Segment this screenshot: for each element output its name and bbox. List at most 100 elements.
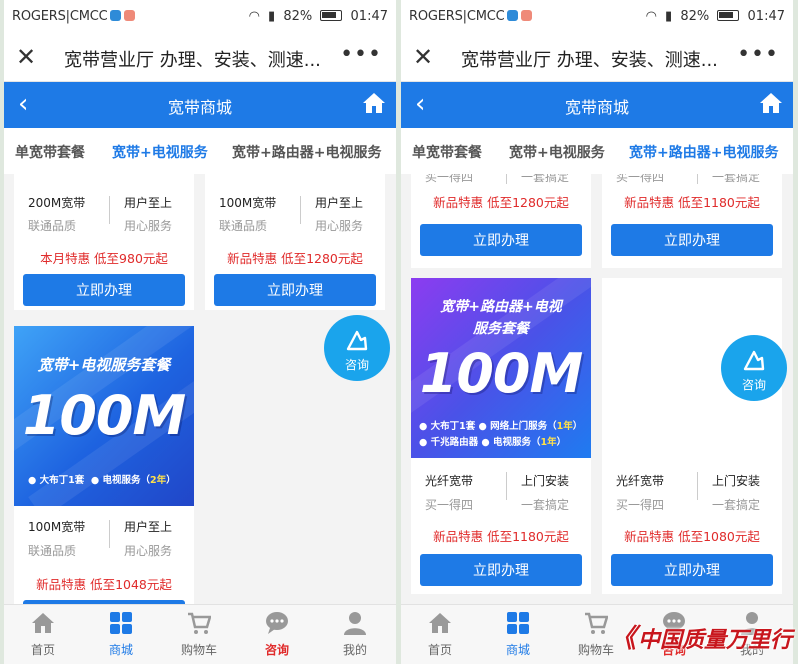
product-subtitle: 联通品质 bbox=[28, 219, 77, 233]
watermark-mark-icon: 《 bbox=[609, 624, 636, 654]
banner-title: 宽带+路由器+电视 bbox=[440, 299, 562, 315]
nav-home[interactable]: 首页 bbox=[4, 605, 82, 664]
apply-button[interactable]: 立即办理 bbox=[23, 274, 185, 306]
product-card[interactable]: 宽带+电视服务套餐 100M ● 大布丁1套 ● 电视服务（2年） 100M 宽带… bbox=[14, 326, 194, 604]
status-bar: ROGERS|CMCC ◠ ▮ 82% 01:47 bbox=[401, 0, 793, 34]
product-title: 100M宽带 bbox=[219, 196, 277, 210]
product-list: 200M宽带 联通品质 用户至上 用心服务 本月特惠 低至980元起 立即办理 … bbox=[4, 174, 396, 604]
tab-broadband-tv[interactable]: 宽带+电视服务 bbox=[509, 142, 605, 162]
signal-icon: ▮ bbox=[665, 9, 673, 24]
nav-consult[interactable]: 咨询 bbox=[238, 605, 316, 664]
product-title: 光纤宽带 bbox=[616, 474, 665, 488]
product-feature: 用户至上 bbox=[124, 520, 173, 534]
home-icon bbox=[429, 613, 451, 633]
product-feature-sub: 一套搞定 bbox=[712, 174, 761, 184]
product-feature-sub: 用心服务 bbox=[315, 219, 364, 233]
consult-icon bbox=[743, 349, 765, 375]
app-badge-icon bbox=[521, 10, 533, 21]
category-tabs: 单宽带套餐 宽带+电视服务 宽带+路由器+电视服务 bbox=[4, 128, 396, 174]
product-feature: 上门安装 bbox=[521, 474, 570, 488]
promo-price: 本月特惠 低至980元起 bbox=[40, 251, 168, 266]
product-banner: 宽带+路由器+电视 服务套餐 100M ● 大布丁1套 ● 网络上门服务（1年）… bbox=[411, 278, 591, 458]
promo-price: 新品特惠 低至1180元起 bbox=[624, 195, 760, 210]
apply-button[interactable]: 立即办理 bbox=[611, 224, 773, 256]
grid-icon bbox=[507, 612, 529, 634]
store-header: ‹ 宽带商城 bbox=[401, 82, 793, 128]
apply-button[interactable]: 立即办理 bbox=[420, 224, 582, 256]
carrier-label: ROGERS|CMCC bbox=[12, 9, 108, 24]
nav-cart[interactable]: 购物车 bbox=[160, 605, 238, 664]
tab-broadband[interactable]: 单宽带套餐 bbox=[15, 142, 85, 162]
app-badge-icon bbox=[124, 10, 136, 21]
nav-profile[interactable]: 我的 bbox=[316, 605, 394, 664]
product-subtitle: 买一得四 bbox=[616, 174, 665, 184]
close-icon[interactable]: ✕ bbox=[16, 43, 36, 71]
tab-broadband[interactable]: 单宽带套餐 bbox=[412, 142, 482, 162]
product-title: 光纤宽带 bbox=[425, 474, 474, 488]
promo-price: 新品特惠 低至1280元起 bbox=[433, 195, 569, 210]
product-banner: 宽带+电视服务套餐 100M ● 大布丁1套 ● 电视服务（2年） bbox=[14, 326, 194, 506]
product-card[interactable]: 200M宽带 联通品质 用户至上 用心服务 本月特惠 低至980元起 立即办理 bbox=[14, 174, 194, 310]
apply-button[interactable]: 立即办理 bbox=[611, 554, 773, 586]
store-title: 宽带商城 bbox=[167, 98, 232, 117]
nav-home[interactable]: 首页 bbox=[401, 605, 479, 664]
nav-mall[interactable]: 商城 bbox=[82, 605, 160, 664]
chat-icon bbox=[266, 612, 288, 634]
consult-label: 咨询 bbox=[741, 378, 766, 392]
promo-price: 新品特惠 低至1180元起 bbox=[433, 529, 569, 544]
close-icon[interactable]: ✕ bbox=[413, 43, 433, 71]
product-subtitle: 买一得四 bbox=[425, 174, 474, 184]
product-subtitle: 联通品质 bbox=[28, 544, 77, 558]
product-card[interactable]: 买一得四 一套搞定 新品特惠 低至1280元起 立即办理 bbox=[411, 174, 591, 268]
promo-price: 新品特惠 低至1080元起 bbox=[624, 529, 760, 544]
wifi-icon: ◠ bbox=[645, 9, 657, 24]
product-subtitle: 买一得四 bbox=[425, 498, 474, 512]
signal-icon: ▮ bbox=[268, 9, 276, 24]
product-subtitle: 买一得四 bbox=[616, 498, 665, 512]
clock: 01:47 bbox=[350, 9, 388, 24]
tab-broadband-router-tv[interactable]: 宽带+路由器+电视服务 bbox=[232, 142, 381, 162]
apply-button[interactable]: 立即办理 bbox=[420, 554, 582, 586]
product-card[interactable]: 宽带+路由器+电视 服务套餐 100M ● 大布丁1套 ● 网络上门服务（1年）… bbox=[411, 278, 591, 594]
page-title: 宽带营业厅 办理、安装、测速... bbox=[64, 50, 321, 71]
battery-icon bbox=[717, 10, 740, 21]
phone-screen-left: ROGERS|CMCC ◠ ▮ 82% 01:47 ✕ 宽带营业厅 办理、安装、… bbox=[4, 0, 396, 664]
promo-price: 新品特惠 低至1280元起 bbox=[227, 251, 363, 266]
store-title: 宽带商城 bbox=[564, 98, 629, 117]
product-feature: 上门安装 bbox=[712, 474, 761, 488]
title-bar: ✕ 宽带营业厅 办理、安装、测速... ••• bbox=[4, 34, 396, 82]
user-icon bbox=[344, 612, 366, 635]
apply-button[interactable]: 立即办理 bbox=[214, 274, 376, 306]
product-feature-sub: 用心服务 bbox=[124, 219, 173, 233]
banner-title: 宽带+电视服务套餐 bbox=[37, 356, 171, 374]
consult-button[interactable]: 咨询 bbox=[324, 315, 390, 381]
consult-label: 咨询 bbox=[344, 358, 369, 372]
banner-features: ● 大布丁1套 ● 电视服务（2年） bbox=[28, 475, 176, 486]
banner-speed: 100M bbox=[22, 384, 186, 447]
product-card[interactable]: 买一得四 一套搞定 新品特惠 低至1180元起 立即办理 bbox=[602, 174, 782, 268]
cart-icon bbox=[585, 612, 608, 634]
banner-features: ● 千兆路由器 ● 电视服务（1年） bbox=[419, 437, 567, 448]
product-feature-sub: 一套搞定 bbox=[521, 498, 570, 512]
consult-icon bbox=[346, 329, 368, 355]
page-title: 宽带营业厅 办理、安装、测速... bbox=[461, 50, 718, 71]
home-icon bbox=[32, 613, 54, 633]
banner-subtitle: 服务套餐 bbox=[473, 321, 529, 337]
product-card[interactable]: 光纤宽带 买一得四 上门安装 一套搞定 新品特惠 低至1080元起 立即办理 bbox=[602, 278, 782, 594]
home-icon[interactable] bbox=[362, 92, 386, 118]
more-icon[interactable]: ••• bbox=[737, 42, 779, 67]
tab-broadband-tv[interactable]: 宽带+电视服务 bbox=[112, 142, 208, 162]
product-card[interactable]: 100M宽带 联通品质 用户至上 用心服务 新品特惠 低至1280元起 立即办理 bbox=[205, 174, 385, 310]
product-subtitle: 联通品质 bbox=[219, 219, 268, 233]
nav-mall[interactable]: 商城 bbox=[479, 605, 557, 664]
more-icon[interactable]: ••• bbox=[340, 42, 382, 67]
home-icon[interactable] bbox=[759, 92, 783, 118]
title-bar: ✕ 宽带营业厅 办理、安装、测速... ••• bbox=[401, 34, 793, 82]
promo-price: 新品特惠 低至1048元起 bbox=[36, 577, 172, 592]
consult-button[interactable]: 咨询 bbox=[721, 335, 787, 401]
grid-icon bbox=[110, 612, 132, 634]
battery-icon bbox=[320, 10, 343, 21]
tab-broadband-router-tv[interactable]: 宽带+路由器+电视服务 bbox=[629, 142, 778, 162]
clock: 01:47 bbox=[747, 9, 785, 24]
status-bar: ROGERS|CMCC ◠ ▮ 82% 01:47 bbox=[4, 0, 396, 34]
